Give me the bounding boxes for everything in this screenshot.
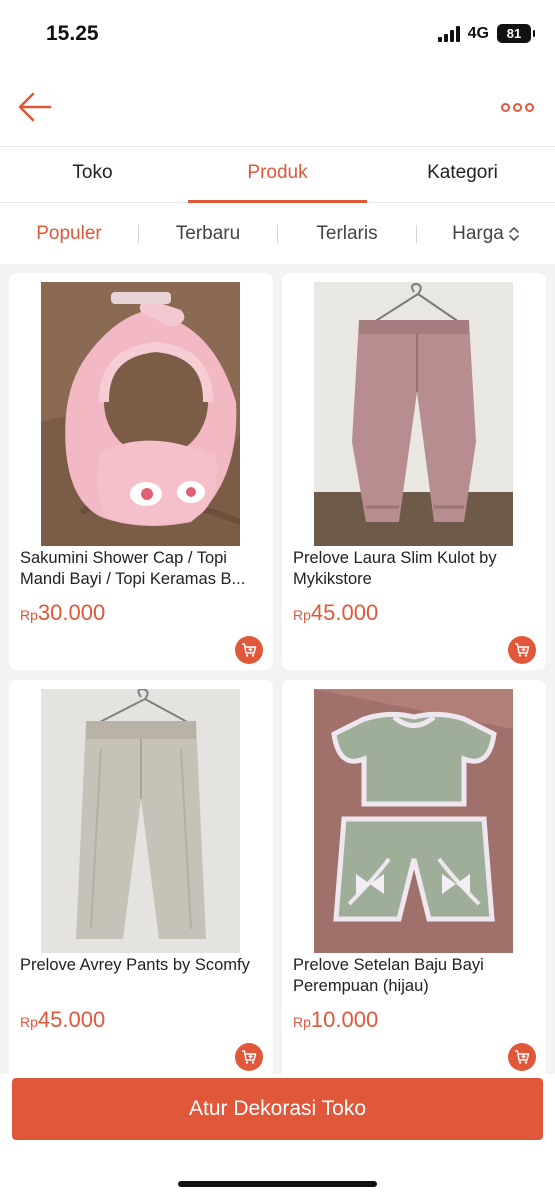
atur-dekorasi-toko-button[interactable]: Atur Dekorasi Toko — [12, 1078, 543, 1140]
product-card[interactable]: Sakumini Shower Cap / Topi Mandi Bayi / … — [9, 273, 273, 670]
status-bar: 15.25 4G 81 — [0, 0, 555, 70]
product-price: Rp30.000 — [20, 600, 105, 626]
sort-harga[interactable]: Harga — [417, 223, 555, 245]
tab-toko[interactable]: Toko — [0, 147, 185, 202]
product-title: Prelove Avrey Pants by Scomfy — [20, 956, 250, 974]
currency-label: Rp — [293, 607, 311, 623]
add-to-cart-button[interactable] — [235, 636, 263, 664]
product-price: Rp45.000 — [293, 600, 378, 626]
arrow-left-icon — [18, 92, 52, 122]
product-card[interactable]: Prelove Setelan Baju Bayi Perempuan (hij… — [282, 680, 546, 1074]
tab-kategori[interactable]: Kategori — [370, 147, 555, 202]
cart-icon — [515, 643, 530, 657]
product-title: Sakumini Shower Cap / Topi Mandi Bayi / … — [20, 549, 246, 588]
currency-label: Rp — [293, 1014, 311, 1030]
product-title: Prelove Laura Slim Kulot by Mykikstore — [293, 549, 497, 588]
cart-icon — [515, 1050, 530, 1064]
back-button[interactable] — [16, 90, 54, 124]
battery-icon: 81 — [497, 24, 535, 43]
sort-harga-label: Harga — [452, 223, 504, 244]
product-title: Prelove Setelan Baju Bayi Perempuan (hij… — [293, 956, 484, 995]
cart-icon — [242, 643, 257, 657]
currency-label: Rp — [20, 1014, 38, 1030]
product-card[interactable]: Prelove Avrey Pants by Scomfy Rp45.000 — [9, 680, 273, 1074]
sort-updown-icon — [509, 227, 519, 241]
sort-terbaru[interactable]: Terbaru — [139, 223, 277, 245]
add-to-cart-button[interactable] — [508, 1043, 536, 1071]
more-options-icon — [501, 102, 510, 112]
status-indicators: 4G 81 — [437, 24, 535, 43]
add-to-cart-button[interactable] — [508, 636, 536, 664]
product-image — [41, 689, 240, 953]
price-value: 45.000 — [310, 600, 379, 625]
sort-populer[interactable]: Populer — [0, 223, 138, 245]
more-options-button[interactable] — [501, 97, 539, 117]
sort-terlaris[interactable]: Terlaris — [278, 223, 416, 245]
product-price: Rp45.000 — [20, 1007, 105, 1033]
product-price: Rp10.000 — [293, 1007, 378, 1033]
product-image — [314, 282, 513, 546]
currency-label: Rp — [20, 607, 38, 623]
price-value: 30.000 — [37, 600, 106, 625]
add-to-cart-button[interactable] — [235, 1043, 263, 1071]
network-label: 4G — [467, 24, 489, 42]
product-grid: Sakumini Shower Cap / Topi Mandi Bayi / … — [0, 264, 555, 1074]
cart-icon — [242, 1050, 257, 1064]
product-image — [314, 689, 513, 953]
tab-produk[interactable]: Produk — [185, 147, 370, 203]
status-time: 15.25 — [46, 22, 99, 45]
sort-bar: Populer Terbaru Terlaris Harga — [0, 204, 555, 264]
product-card[interactable]: Prelove Laura Slim Kulot by Mykikstore R… — [282, 273, 546, 670]
product-image — [41, 282, 240, 546]
nav-bar — [0, 70, 555, 145]
signal-icon — [437, 25, 460, 42]
home-indicator — [178, 1181, 377, 1187]
price-value: 10.000 — [310, 1007, 379, 1032]
bottom-bar: Atur Dekorasi Toko — [0, 1074, 555, 1200]
shop-tabs: Toko Produk Kategori — [0, 146, 555, 203]
price-value: 45.000 — [37, 1007, 106, 1032]
